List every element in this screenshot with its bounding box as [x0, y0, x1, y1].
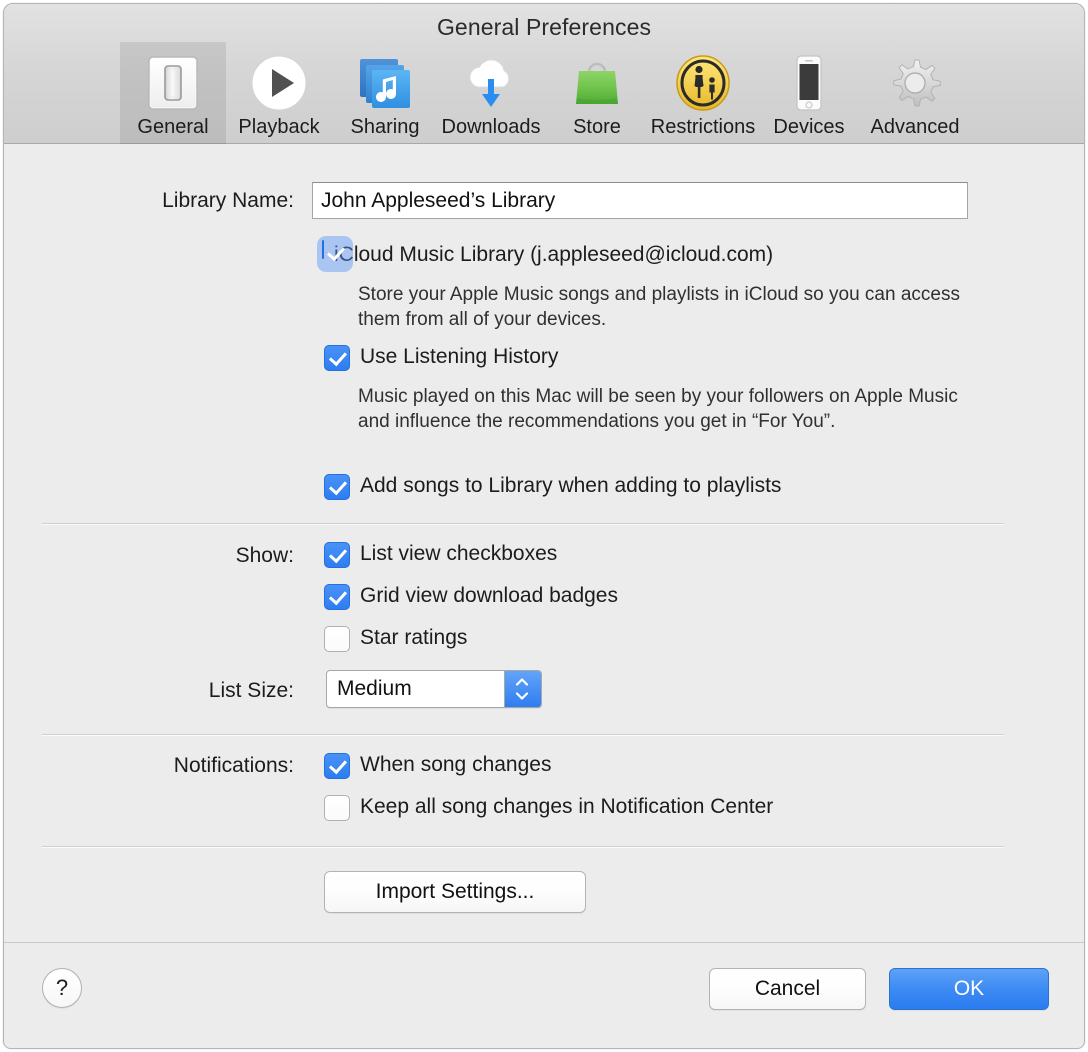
- add-songs-checkbox-row[interactable]: Add songs to Library when adding to play…: [324, 472, 781, 500]
- tab-general[interactable]: General: [120, 42, 226, 144]
- separator-3: [42, 846, 1004, 848]
- window-title: General Preferences: [4, 14, 1084, 41]
- tab-restrictions[interactable]: Restrictions: [650, 42, 756, 144]
- show-grid-view-badges-checkbox[interactable]: [324, 584, 350, 610]
- cloud-download-icon: [462, 50, 520, 116]
- listening-history-label: Use Listening History: [360, 343, 558, 371]
- cancel-button[interactable]: Cancel: [709, 968, 866, 1010]
- icloud-music-library-label: iCloud Music Library (j.appleseed@icloud…: [334, 241, 773, 269]
- list-size-stepper[interactable]: [504, 671, 541, 707]
- help-button[interactable]: ?: [42, 968, 82, 1008]
- show-star-ratings-row[interactable]: Star ratings: [324, 624, 467, 652]
- notifications-label: Notifications:: [4, 752, 294, 780]
- tab-general-label: General: [137, 116, 208, 138]
- icloud-music-library-checkbox-holder: [322, 241, 324, 259]
- library-name-input[interactable]: [312, 182, 968, 219]
- tab-sharing[interactable]: Sharing: [332, 42, 438, 144]
- listening-history-checkbox-row[interactable]: Use Listening History: [324, 343, 558, 371]
- chevron-down-icon: [515, 692, 529, 700]
- window-chrome: General Preferences: [4, 4, 1084, 144]
- icloud-music-library-checkbox[interactable]: [322, 240, 324, 259]
- tab-sharing-label: Sharing: [351, 116, 420, 138]
- tab-playback-label: Playback: [238, 116, 319, 138]
- show-list-view-checkboxes-label: List view checkboxes: [360, 540, 557, 568]
- shopping-bag-icon: [568, 50, 626, 116]
- tab-downloads-label: Downloads: [442, 116, 541, 138]
- show-star-ratings-label: Star ratings: [360, 624, 467, 652]
- notify-song-changes-row[interactable]: When song changes: [324, 751, 551, 779]
- general-switch-icon: [144, 50, 202, 116]
- separator-2: [42, 734, 1004, 736]
- notify-song-changes-label: When song changes: [360, 751, 551, 779]
- icloud-music-library-help: Store your Apple Music songs and playlis…: [358, 282, 972, 332]
- notify-song-changes-checkbox[interactable]: [324, 753, 350, 779]
- list-size-label: List Size:: [4, 672, 294, 710]
- import-settings-button[interactable]: Import Settings...: [324, 871, 586, 913]
- icloud-music-library-checkbox-row[interactable]: iCloud Music Library (j.appleseed@icloud…: [322, 241, 773, 269]
- show-label: Show:: [4, 542, 294, 570]
- preferences-toolbar: General Playback: [4, 42, 1084, 144]
- listening-history-checkbox[interactable]: [324, 345, 350, 371]
- show-star-ratings-checkbox[interactable]: [324, 626, 350, 652]
- notify-keep-all-row[interactable]: Keep all song changes in Notification Ce…: [324, 793, 773, 821]
- preferences-content: Library Name: iCloud Music Library (j.ap…: [4, 144, 1084, 942]
- show-list-view-checkboxes-row[interactable]: List view checkboxes: [324, 540, 557, 568]
- tab-playback[interactable]: Playback: [226, 42, 332, 144]
- separator-1: [42, 523, 1004, 525]
- notify-keep-all-label: Keep all song changes in Notification Ce…: [360, 793, 773, 821]
- tab-restrictions-label: Restrictions: [651, 116, 755, 138]
- tab-devices-label: Devices: [773, 116, 844, 138]
- preferences-window: General Preferences: [3, 3, 1085, 1049]
- add-songs-label: Add songs to Library when adding to play…: [360, 472, 781, 500]
- ok-button[interactable]: OK: [889, 968, 1049, 1010]
- add-songs-checkbox[interactable]: [324, 474, 350, 500]
- parental-controls-icon: [674, 50, 732, 116]
- tab-advanced[interactable]: Advanced: [862, 42, 968, 144]
- dialog-footer: ? Cancel OK: [4, 942, 1084, 1048]
- tab-downloads[interactable]: Downloads: [438, 42, 544, 144]
- listening-history-help: Music played on this Mac will be seen by…: [358, 384, 968, 434]
- sharing-music-icon: [356, 50, 414, 116]
- tab-store[interactable]: Store: [544, 42, 650, 144]
- show-grid-view-badges-row[interactable]: Grid view download badges: [324, 582, 618, 610]
- library-name-label: Library Name:: [4, 182, 294, 219]
- library-name-row: Library Name:: [4, 182, 1084, 219]
- tab-advanced-label: Advanced: [871, 116, 960, 138]
- tab-devices[interactable]: Devices: [756, 42, 862, 144]
- notify-keep-all-checkbox[interactable]: [324, 795, 350, 821]
- tab-store-label: Store: [573, 116, 621, 138]
- chevron-up-icon: [515, 678, 529, 686]
- show-list-view-checkboxes-checkbox[interactable]: [324, 542, 350, 568]
- iphone-icon: [780, 50, 838, 116]
- gear-icon: [886, 50, 944, 116]
- show-grid-view-badges-label: Grid view download badges: [360, 582, 618, 610]
- list-size-value: Medium: [337, 671, 412, 707]
- list-size-popup-button[interactable]: Medium: [326, 670, 542, 708]
- play-circle-icon: [250, 50, 308, 116]
